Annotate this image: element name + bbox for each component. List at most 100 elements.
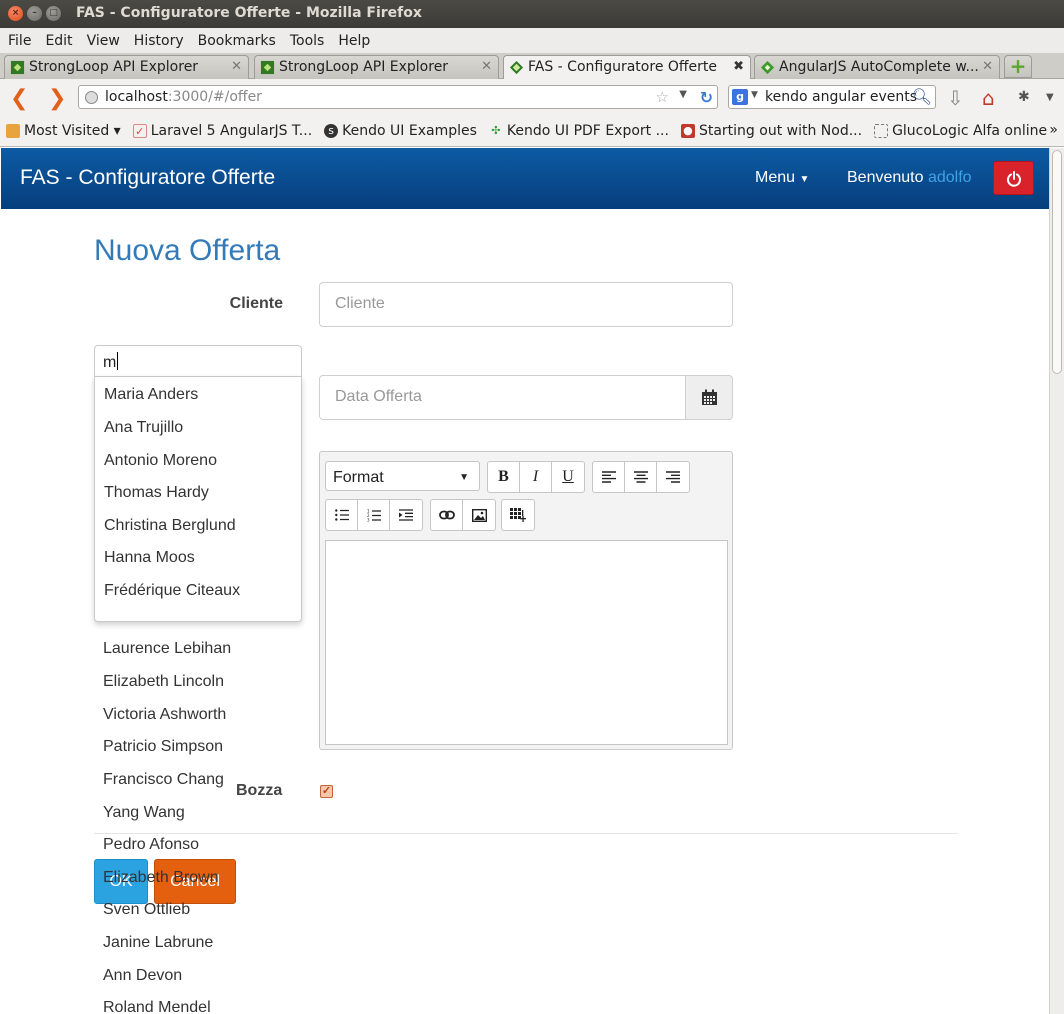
- tab-close-icon[interactable]: ✕: [982, 59, 993, 74]
- tab-label: FAS - Configuratore Offerte: [528, 59, 718, 75]
- window-maximize-icon[interactable]: □: [46, 6, 61, 21]
- cliente-input[interactable]: Cliente: [319, 282, 733, 327]
- browser-tab[interactable]: StrongLoop API Explorer ✕: [254, 55, 499, 79]
- tab-close-icon[interactable]: ✖: [733, 59, 744, 74]
- image-icon[interactable]: [463, 500, 495, 530]
- datepicker-button[interactable]: [685, 375, 733, 420]
- autocomplete-option[interactable]: Patricio Simpson: [103, 738, 223, 756]
- editor-content-area[interactable]: [325, 540, 728, 745]
- autocomplete-option[interactable]: Victoria Ashworth: [103, 706, 226, 724]
- link-icon[interactable]: [431, 500, 463, 530]
- menu-history[interactable]: History: [134, 33, 184, 49]
- app-favicon-icon: [509, 60, 524, 75]
- app-brand[interactable]: FAS - Configuratore Offerte: [20, 166, 275, 190]
- autocomplete-option[interactable]: Thomas Hardy: [104, 484, 209, 502]
- site-identity-icon: [85, 91, 98, 104]
- tab-close-icon[interactable]: ✕: [231, 59, 242, 74]
- url-host: localhost: [105, 89, 168, 105]
- window-titlebar: × – □ FAS - Configuratore Offerte - Mozi…: [0, 0, 1064, 28]
- data-offerta-input[interactable]: Data Offerta: [319, 375, 686, 420]
- calendar-icon: [702, 389, 717, 405]
- url-dropdown-icon[interactable]: ▼: [679, 89, 687, 100]
- autocomplete-option[interactable]: Elizabeth Lincoln: [103, 673, 224, 691]
- bookmark-item[interactable]: s Kendo UI Examples: [324, 123, 477, 139]
- autocomplete-option[interactable]: Laurence Lebihan: [103, 640, 231, 658]
- autocomplete-option[interactable]: Ann Devon: [103, 967, 182, 985]
- autocomplete-option[interactable]: Hanna Moos: [104, 549, 195, 567]
- menu-file[interactable]: File: [8, 33, 31, 49]
- format-select[interactable]: Format ▼: [325, 461, 480, 491]
- back-icon[interactable]: ❮: [10, 86, 28, 111]
- forward-icon[interactable]: ❯: [48, 86, 66, 111]
- menu-edit[interactable]: Edit: [45, 33, 72, 49]
- browser-tab-active[interactable]: FAS - Configuratore Offerte ✖: [503, 55, 751, 80]
- autocomplete-option[interactable]: Roland Mendel: [103, 999, 211, 1014]
- autocomplete-option[interactable]: Frédérique Citeaux: [104, 582, 240, 600]
- numbered-list-icon[interactable]: 123: [358, 500, 390, 530]
- addon-icon[interactable]: ✱: [1018, 89, 1030, 105]
- addon-dropdown-icon[interactable]: ▼: [1046, 92, 1054, 103]
- bookmark-most-visited[interactable]: Most Visited ▾: [6, 123, 121, 139]
- url-path: :3000/#/offer: [167, 89, 262, 105]
- menu-tools[interactable]: Tools: [290, 33, 325, 49]
- tab-label: StrongLoop API Explorer: [279, 59, 449, 75]
- kendo-icon: ✣: [491, 124, 501, 137]
- table-icon[interactable]: [502, 500, 534, 530]
- bookmark-item[interactable]: ✓ Laravel 5 AngularJS T...: [132, 123, 312, 139]
- window-minimize-icon[interactable]: –: [27, 6, 42, 21]
- downloads-icon[interactable]: ⇩: [947, 86, 964, 110]
- autocomplete-option[interactable]: Francisco Chang: [103, 771, 224, 789]
- indent-icon[interactable]: [390, 500, 422, 530]
- new-tab-icon[interactable]: +: [1004, 55, 1032, 78]
- align-left-icon[interactable]: [593, 462, 625, 492]
- autocomplete-option[interactable]: Antonio Moreno: [104, 452, 217, 470]
- autocomplete-option[interactable]: Ana Trujillo: [104, 419, 183, 437]
- user-link[interactable]: adolfo: [928, 169, 972, 186]
- bullet-list-icon[interactable]: [326, 500, 358, 530]
- caret-down-icon: ▼: [459, 472, 469, 483]
- underline-icon[interactable]: U: [552, 462, 584, 492]
- autocomplete-option[interactable]: Yang Wang: [103, 804, 185, 822]
- italic-icon[interactable]: I: [520, 462, 552, 492]
- browser-tab[interactable]: StrongLoop API Explorer ✕: [4, 55, 249, 79]
- autocomplete-option[interactable]: Elizabeth Brown: [103, 869, 219, 887]
- logout-button[interactable]: [993, 161, 1034, 195]
- bold-icon[interactable]: B: [488, 462, 520, 492]
- menu-bookmarks[interactable]: Bookmarks: [198, 33, 276, 49]
- app-menu-dropdown[interactable]: Menu ▼: [755, 169, 809, 187]
- shield-icon: ●: [680, 124, 695, 138]
- google-engine-icon[interactable]: g: [732, 89, 748, 105]
- menu-view[interactable]: View: [87, 33, 120, 49]
- engine-dropdown-icon[interactable]: ▼: [751, 90, 758, 100]
- scrollbar-thumb[interactable]: [1052, 150, 1062, 374]
- search-icon[interactable]: 🔍︎: [912, 87, 932, 106]
- bookmarks-overflow-icon[interactable]: »: [1049, 122, 1058, 138]
- align-center-icon[interactable]: [625, 462, 657, 492]
- cliente-label: Cliente: [229, 295, 283, 312]
- browser-tab[interactable]: AngularJS AutoComplete w... ✕: [754, 55, 1000, 79]
- bookmark-item[interactable]: ● Starting out with Nod...: [680, 123, 862, 139]
- tabbar: StrongLoop API Explorer ✕ StrongLoop API…: [0, 53, 1064, 80]
- text-style-group: B I U: [487, 461, 585, 493]
- bookmark-star-icon[interactable]: ☆: [656, 88, 669, 106]
- autocomplete-option[interactable]: Sven Ottlieb: [103, 901, 190, 919]
- rich-text-editor: Format ▼ B I U 123: [319, 451, 733, 750]
- autocomplete-option[interactable]: Pedro Afonso: [103, 836, 199, 854]
- reload-icon[interactable]: ↻: [700, 88, 713, 107]
- menu-help[interactable]: Help: [338, 33, 370, 49]
- autocomplete-input[interactable]: m: [94, 345, 302, 377]
- autocomplete-option[interactable]: Maria Anders: [104, 386, 198, 404]
- bookmark-item[interactable]: ✣ Kendo UI PDF Export ...: [489, 123, 669, 139]
- bozza-checkbox[interactable]: ✓: [320, 785, 333, 798]
- bookmark-item[interactable]: GlucoLogic Alfa online: [874, 123, 1047, 139]
- window-close-icon[interactable]: ×: [8, 6, 23, 21]
- search-bar[interactable]: g ▼ kendo angular events 🔍︎: [728, 85, 936, 109]
- page-scrollbar[interactable]: [1049, 148, 1064, 1014]
- home-icon[interactable]: ⌂: [982, 86, 995, 110]
- autocomplete-option[interactable]: Janine Labrune: [103, 934, 213, 952]
- url-bar[interactable]: localhost:3000/#/offer ☆ ▼ ↻: [78, 85, 718, 109]
- align-right-icon[interactable]: [657, 462, 689, 492]
- autocomplete-option[interactable]: Christina Berglund: [104, 517, 236, 535]
- tab-close-icon[interactable]: ✕: [481, 59, 492, 74]
- strongloop-icon: [10, 60, 25, 75]
